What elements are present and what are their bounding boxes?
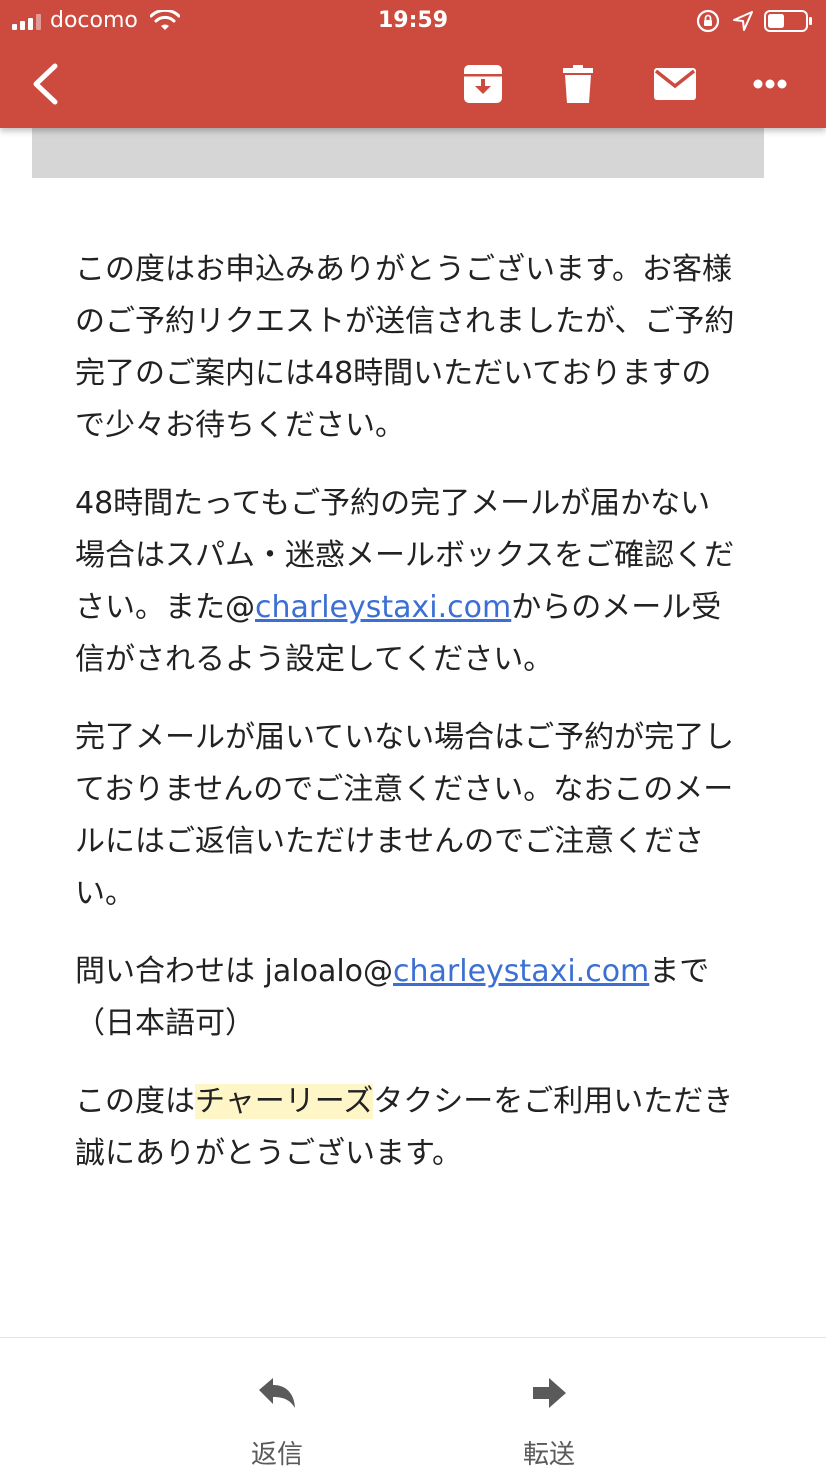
forward-button[interactable]: 転送 <box>479 1338 619 1471</box>
contact-email-link[interactable]: charleystaxi.com <box>393 954 649 989</box>
battery-icon <box>764 10 812 32</box>
paragraph-3: 完了メールが届いていない場合はご予約が完了しておりませんのでご注意ください。なお… <box>75 720 735 911</box>
back-button[interactable] <box>20 56 70 112</box>
mail-icon <box>654 68 696 100</box>
trash-icon <box>563 65 593 103</box>
forward-arrow-icon <box>533 1378 566 1408</box>
paragraph-4: 問い合わせは jaloalo@charleystaxi.comまで（日本語可） <box>75 954 710 1041</box>
delete-button[interactable] <box>555 56 601 112</box>
reply-button[interactable]: 返信 <box>207 1338 347 1471</box>
email-domain-link[interactable]: charleystaxi.com <box>255 590 511 625</box>
status-bar: docomo 19:59 <box>0 0 826 42</box>
location-arrow-icon <box>733 11 753 31</box>
app-header: docomo 19:59 <box>0 0 826 128</box>
rotation-lock-icon <box>696 9 720 33</box>
archive-icon <box>464 65 502 103</box>
email-body: この度はお申込みありがとうございます。お客様のご予約リクエストが送信されましたが… <box>75 244 735 1206</box>
more-icon <box>753 79 787 89</box>
mark-unread-button[interactable] <box>648 56 702 112</box>
paragraph-5: この度はチャーリーズタクシーをご利用いただき誠にありがとうございます。 <box>75 1084 734 1171</box>
paragraph-1: この度はお申込みありがとうございます。お客様のご予約リクエストが送信されましたが… <box>75 252 735 443</box>
image-placeholder <box>32 128 764 178</box>
highlighted-text: チャーリーズ <box>195 1084 374 1119</box>
more-options-button[interactable] <box>742 56 798 112</box>
reply-label: 返信 <box>250 1440 303 1470</box>
archive-button[interactable] <box>458 56 508 112</box>
reply-icon <box>259 1378 295 1408</box>
forward-label: 転送 <box>522 1440 575 1470</box>
back-arrow-icon <box>33 63 58 105</box>
paragraph-2: 48時間たってもご予約の完了メールが届かない場合はスパム・迷惑メールボックスをご… <box>75 486 735 677</box>
bottom-action-bar: 返信 転送 <box>0 1337 826 1471</box>
